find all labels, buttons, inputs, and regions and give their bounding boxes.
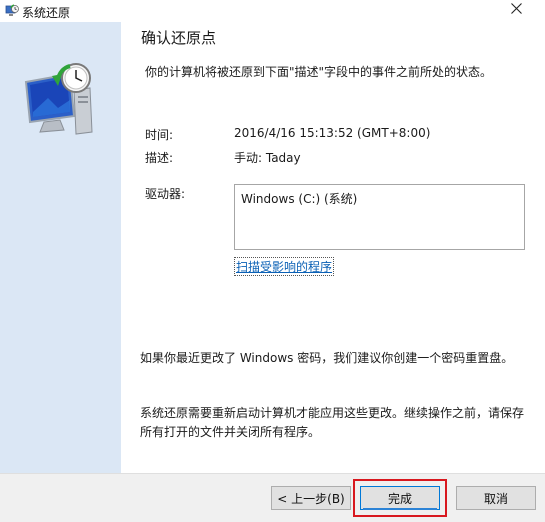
page-title: 确认还原点 [141,29,217,47]
drives-list[interactable]: Windows (C:) (系统) [234,184,525,250]
close-button[interactable] [505,0,527,20]
system-restore-window: 系统还原 确认还原点 你的计算机将被还原到下面"描述"字段中的事件之前所处的状态… [0,0,545,522]
drive-item[interactable]: Windows (C:) (系统) [241,190,357,207]
window-title: 系统还原 [22,6,71,20]
restart-warning-note: 系统还原需要重新启动计算机才能应用这些更改。继续操作之前，请保存所有打开的文件并… [140,406,525,439]
close-icon [510,3,522,17]
system-restore-icon [5,4,19,18]
password-reset-note: 如果你最近更改了 Windows 密码，我们建议你创建一个密码重置盘。 [140,351,514,365]
computer-restore-icon [18,60,100,140]
drives-label: 驱动器: [145,187,186,201]
finish-button[interactable]: 完成 [360,486,440,510]
scan-affected-programs-link[interactable]: 扫描受影响的程序 [234,257,335,276]
button-bar: < 上一步(B) 完成 取消 [0,473,545,522]
title-bar: 系统还原 [0,0,545,22]
time-value: 2016/4/16 15:13:52 (GMT+8:00) [234,126,431,140]
cancel-button[interactable]: 取消 [456,486,536,510]
restore-description: 你的计算机将被还原到下面"描述"字段中的事件之前所处的状态。 [145,65,493,79]
time-label: 时间: [145,128,174,142]
back-button[interactable]: < 上一步(B) [271,486,351,510]
content-panel: 确认还原点 你的计算机将被还原到下面"描述"字段中的事件之前所处的状态。 时间:… [121,22,545,473]
left-banner-panel [0,22,121,473]
description-value: 手动: Taday [234,151,301,165]
finish-focus-underline [363,508,437,510]
description-label: 描述: [145,151,174,165]
